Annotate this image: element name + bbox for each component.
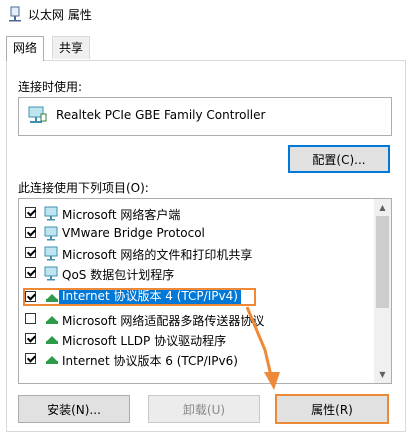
item-label: Internet 协议版本 6 (TCP/IPv6) <box>62 354 238 368</box>
title-bar: 以太网 属性 <box>0 0 410 28</box>
install-button[interactable]: 安装(N)... <box>18 395 130 423</box>
network-adapter-icon <box>9 6 21 22</box>
list-item-ipv4[interactable]: Internet 协议版本 4 (TCP/IPv4) <box>19 287 372 307</box>
items-label: 此连接使用下列项目(O): <box>18 181 149 195</box>
list-item[interactable]: Internet 协议版本 6 (TCP/IPv6) <box>19 349 372 369</box>
connection-items-list[interactable]: Microsoft 网络客户端 VMware Bridge Protocol M… <box>18 198 392 384</box>
network-adapter-icon <box>28 106 47 123</box>
list-item[interactable]: Microsoft 网络适配器多路传送器协议 <box>19 309 372 329</box>
window-title: 以太网 属性 <box>28 8 92 22</box>
item-label: Microsoft 网络的文件和打印机共享 <box>62 248 253 262</box>
item-label: Microsoft LLDP 协议驱动程序 <box>62 334 227 348</box>
adapter-field: Realtek PCIe GBE Family Controller <box>18 97 392 136</box>
item-label: Internet 协议版本 4 (TCP/IPv4) <box>59 288 241 305</box>
item-label: QoS 数据包计划程序 <box>62 268 175 282</box>
adapter-name: Realtek PCIe GBE Family Controller <box>56 108 266 122</box>
properties-button[interactable]: 属性(R) <box>275 394 389 424</box>
network-client-icon <box>44 266 58 281</box>
network-client-icon <box>44 226 58 241</box>
list-item[interactable]: VMware Bridge Protocol <box>19 223 372 243</box>
tab-sharing[interactable]: 共享 <box>52 36 91 59</box>
uninstall-button[interactable]: 卸载(U) <box>148 395 260 423</box>
protocol-icon <box>46 336 58 344</box>
scroll-up-arrow-icon[interactable]: ▲ <box>374 199 391 216</box>
network-client-icon <box>44 206 58 221</box>
list-item[interactable]: Microsoft 网络的文件和打印机共享 <box>19 243 372 263</box>
item-checkbox[interactable] <box>25 291 36 302</box>
tab-network[interactable]: 网络 <box>6 36 45 61</box>
item-label: Microsoft 网络客户端 <box>62 208 181 222</box>
item-checkbox[interactable] <box>25 313 36 324</box>
list-item[interactable]: QoS 数据包计划程序 <box>19 263 372 283</box>
item-label: Microsoft 网络适配器多路传送器协议 <box>62 314 265 328</box>
item-checkbox[interactable] <box>25 227 36 238</box>
item-checkbox[interactable] <box>25 267 36 278</box>
protocol-icon <box>46 316 58 324</box>
item-checkbox[interactable] <box>25 333 36 344</box>
item-checkbox[interactable] <box>25 247 36 258</box>
scroll-thumb[interactable] <box>376 216 389 308</box>
item-checkbox[interactable] <box>25 207 36 218</box>
item-label: VMware Bridge Protocol <box>62 226 205 240</box>
connect-using-label: 连接时使用: <box>18 80 83 94</box>
item-checkbox[interactable] <box>25 353 36 364</box>
network-client-icon <box>44 246 58 261</box>
configure-button[interactable]: 配置(C)... <box>288 145 390 173</box>
protocol-icon <box>46 294 58 302</box>
protocol-icon <box>46 356 58 364</box>
scroll-down-arrow-icon[interactable]: ▼ <box>374 366 391 383</box>
list-item[interactable]: Microsoft LLDP 协议驱动程序 <box>19 329 372 349</box>
list-item[interactable]: Microsoft 网络客户端 <box>19 203 372 223</box>
list-scrollbar[interactable]: ▲ ▼ <box>374 199 391 383</box>
